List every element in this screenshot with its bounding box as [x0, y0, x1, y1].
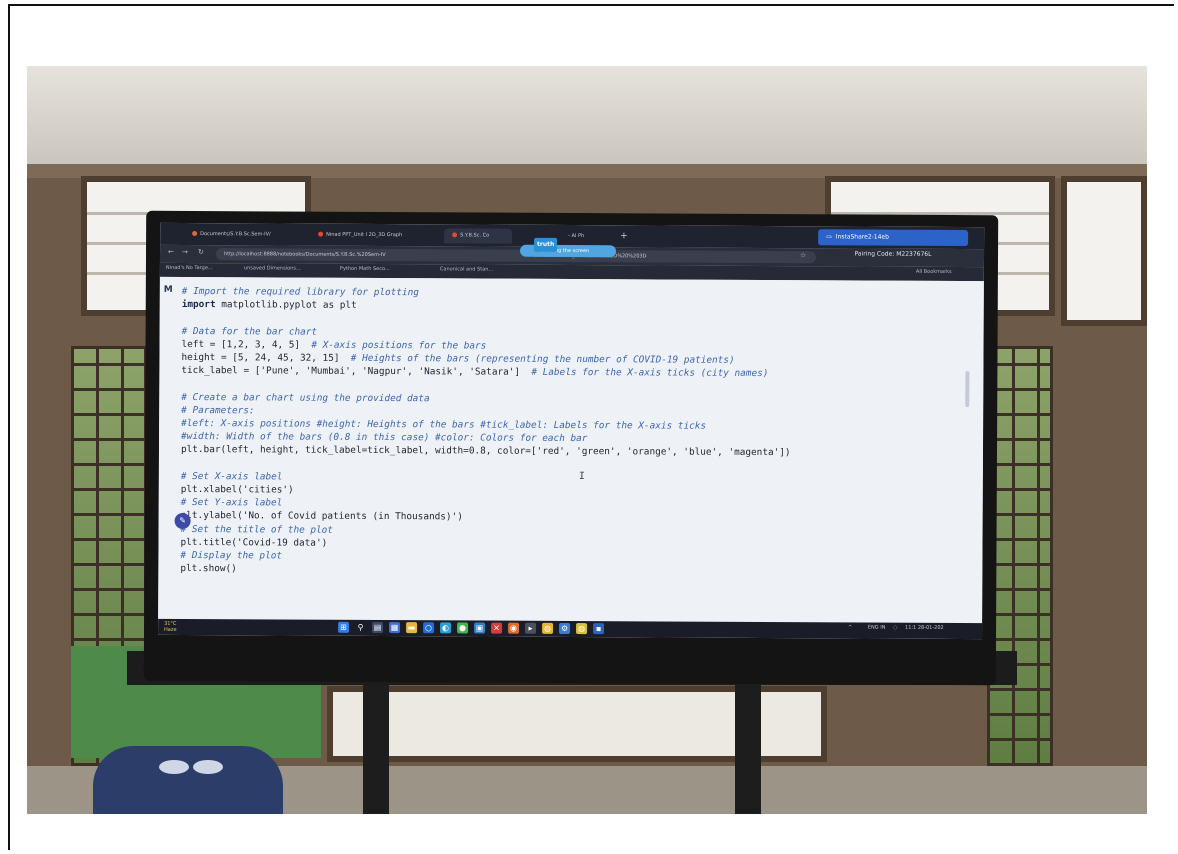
- tab-sybsc[interactable]: S.Y.B.Sc. Co: [444, 228, 513, 244]
- tv-stand-left: [363, 684, 389, 814]
- jupyter-notebook-cell[interactable]: M # Import the required library for plot…: [158, 276, 984, 624]
- tab-documents[interactable]: Documents/S.Y.B.Sc.Sem-IV/: [184, 227, 312, 243]
- task-view-icon[interactable]: ▤: [372, 621, 384, 634]
- chair: [93, 746, 283, 814]
- code-text: plt.xlabel('cities'): [180, 484, 294, 496]
- code-comment: # Parameters:: [181, 404, 255, 417]
- bookmark-item[interactable]: unsaved Dimensions...: [244, 265, 301, 271]
- tab-ai[interactable]: - AI Ph: [560, 229, 618, 244]
- edge-icon[interactable]: ◐: [440, 622, 452, 634]
- code-text: plt.show(): [180, 563, 237, 575]
- bookmark-item[interactable]: Ninad's No Targe...: [166, 265, 213, 271]
- code-comment: # Set Y-axis label: [180, 497, 283, 509]
- instashare-popup[interactable]: ▭ InstaShare2-14eb: [818, 229, 969, 247]
- back-icon[interactable]: ←: [168, 248, 174, 256]
- code-text: plt.ylabel('No. of Covid patients (in Th…: [180, 510, 463, 523]
- ceiling: [27, 66, 1147, 164]
- code-text: plt.title('Covid-19 data'): [180, 536, 328, 549]
- text-cursor-icon: I: [578, 471, 585, 483]
- tv-bezel: Documents/S.Y.B.Sc.Sem-IV/ Ninad PPT_Uni…: [143, 210, 999, 686]
- tv-stand-right: [735, 684, 761, 814]
- tv-screen: Documents/S.Y.B.Sc.Sem-IV/ Ninad PPT_Uni…: [158, 222, 985, 640]
- bookmark-item[interactable]: Python Math Seco...: [340, 266, 390, 272]
- new-tab-button[interactable]: +: [620, 229, 632, 243]
- code-cell[interactable]: # Import the required library for plotti…: [180, 285, 972, 580]
- wifi-icon[interactable]: ◌: [893, 625, 897, 631]
- tab-ninad-ppt[interactable]: Ninad PPT_Unit I 2D_3D Graph: [310, 228, 448, 244]
- chrome-alt-icon[interactable]: ◍: [576, 623, 588, 635]
- star-icon[interactable]: ☆: [800, 251, 806, 259]
- code-comment: #width: Width of the bars (0.8 in this c…: [181, 431, 588, 445]
- code-comment: # X-axis positions for the bars: [300, 339, 487, 352]
- code-comment: # Heights of the bars (representing the …: [339, 352, 735, 366]
- terminal-icon[interactable]: ▸: [525, 622, 537, 634]
- windows-taskbar: 31°CHaze ⊞ ⚲ ▤ ▦ ▬ ○ ◐ ● ▣ ✕ ◉ ▸ ◍ ⚙ ◍: [158, 618, 983, 640]
- cortana-icon[interactable]: ○: [423, 622, 435, 634]
- settings-icon[interactable]: ⚙: [559, 622, 571, 634]
- code-comment: # Create a bar chart using the provided …: [181, 391, 430, 404]
- cell-scrollbar[interactable]: [965, 371, 970, 408]
- widgets-icon[interactable]: ▦: [389, 622, 401, 634]
- window-far-right: [1061, 176, 1147, 326]
- code-comment: # Display the plot: [180, 550, 283, 562]
- pairing-code: Pairing Code: M2237676L: [854, 250, 932, 258]
- code-comment: # Set the title of the plot: [180, 523, 334, 536]
- whatsapp-icon[interactable]: ●: [457, 622, 469, 634]
- code-text: plt.bar(left, height, tick_label=tick_la…: [180, 444, 791, 459]
- code-comment: # Data for the bar chart: [181, 325, 318, 338]
- firefox-icon[interactable]: ◉: [508, 622, 520, 634]
- all-bookmarks[interactable]: All Bookmarks: [916, 269, 952, 275]
- weather-widget[interactable]: 31°C Haze: [164, 621, 177, 633]
- code-comment: # Import the required library for plotti…: [181, 285, 419, 299]
- code-text: height = [5, 24, 45, 32, 15]: [181, 351, 340, 364]
- cell-run-marker[interactable]: M: [164, 285, 173, 295]
- forward-icon[interactable]: →: [182, 248, 188, 256]
- sharing-screen-pill[interactable]: truth Sharing the screen: [520, 237, 617, 258]
- classroom-photo: Documents/S.Y.B.Sc.Sem-IV/ Ninad PPT_Uni…: [27, 66, 1147, 814]
- app-icon[interactable]: ▪: [593, 623, 605, 635]
- system-tray[interactable]: ^ ENG IN ◌ 11:1 28-01-202: [848, 624, 944, 631]
- bookmark-item[interactable]: Canonical and Stan...: [440, 266, 493, 272]
- start-icon[interactable]: ⊞: [338, 621, 350, 633]
- url-input[interactable]: http://localhost:8888/notebooks/Document…: [215, 248, 817, 264]
- code-comment: # Set X-axis label: [180, 470, 283, 483]
- chrome-icon[interactable]: ◍: [542, 622, 554, 634]
- reload-icon[interactable]: ↻: [198, 248, 204, 256]
- search-icon[interactable]: ⚲: [355, 622, 366, 633]
- code-text: left = [1,2, 3, 4, 5]: [181, 338, 301, 351]
- file-explorer-icon[interactable]: ▬: [406, 622, 418, 634]
- store-icon[interactable]: ▣: [474, 622, 486, 634]
- code-text: matplotlib.pyplot as plt: [215, 299, 357, 312]
- code-comment: # Labels for the X-axis ticks (city name…: [520, 366, 769, 380]
- app-icon[interactable]: ✕: [491, 622, 503, 634]
- code-text: tick_label = ['Pune', 'Mumbai', 'Nagpur'…: [181, 365, 521, 378]
- screen-share-icon: ▭: [826, 233, 832, 241]
- taskbar-apps: ⊞ ⚲ ▤ ▦ ▬ ○ ◐ ● ▣ ✕ ◉ ▸ ◍ ⚙ ◍ ▪: [338, 621, 605, 635]
- pen-tool-icon[interactable]: ✎: [174, 512, 191, 530]
- code-text: import: [181, 299, 216, 311]
- code-line[interactable]: plt.show(): [180, 562, 970, 579]
- chevron-up-icon[interactable]: ^: [848, 624, 852, 630]
